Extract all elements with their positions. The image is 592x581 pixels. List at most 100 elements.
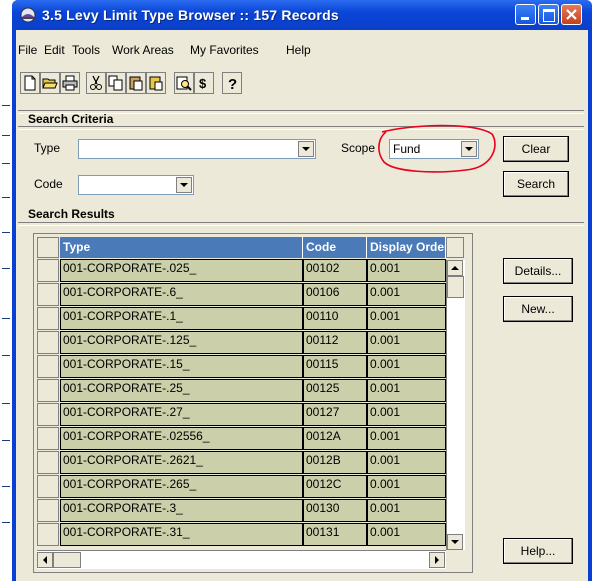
table-cell[interactable]: 0.001 xyxy=(367,379,446,402)
table-cell[interactable]: 001-CORPORATE-.1_ xyxy=(60,307,303,330)
table-cell[interactable]: 001-CORPORATE-.25_ xyxy=(60,379,303,402)
table-cell[interactable]: 0.001 xyxy=(367,403,446,426)
column-header-code[interactable]: Code xyxy=(303,237,367,258)
vertical-scrollbar[interactable] xyxy=(446,260,465,550)
table-cell[interactable]: 0.001 xyxy=(367,355,446,378)
column-header-type[interactable]: Type xyxy=(60,237,303,258)
table-cell[interactable]: 001-CORPORATE-.27_ xyxy=(60,403,303,426)
search-criteria-title: Search Criteria xyxy=(28,112,114,126)
menu-help[interactable]: Help xyxy=(286,43,311,57)
cut-icon xyxy=(90,75,102,90)
find-button[interactable] xyxy=(174,72,194,94)
toolbar: $ ? xyxy=(20,70,580,98)
type-combo[interactable] xyxy=(78,139,316,159)
menu-tools[interactable]: Tools xyxy=(72,43,100,57)
cut-button[interactable] xyxy=(86,72,106,94)
table-cell[interactable]: 0012C xyxy=(303,475,367,498)
table-cell[interactable]: 00110 xyxy=(303,307,367,330)
table-cell[interactable]: 001-CORPORATE-.125_ xyxy=(60,331,303,354)
minimize-button[interactable] xyxy=(515,4,536,25)
table-cell[interactable]: 0.001 xyxy=(367,451,446,474)
help-toolbar-button[interactable]: ? xyxy=(222,72,242,94)
scroll-right-button[interactable] xyxy=(429,552,445,568)
chevron-down-icon[interactable] xyxy=(298,141,314,157)
table-cell[interactable]: 0.001 xyxy=(367,283,446,306)
row-selector[interactable] xyxy=(37,331,59,354)
maximize-button[interactable] xyxy=(538,4,559,25)
table-cell[interactable]: 00130 xyxy=(303,499,367,522)
table-cell[interactable]: 001-CORPORATE-.02556_ xyxy=(60,427,303,450)
table-cell[interactable]: 0012B xyxy=(303,451,367,474)
table-cell[interactable]: 00125 xyxy=(303,379,367,402)
title-bar[interactable]: 3.5 Levy Limit Type Browser :: 157 Recor… xyxy=(12,0,592,30)
scroll-left-button[interactable] xyxy=(37,552,53,568)
search-button[interactable]: Search xyxy=(503,171,569,197)
row-selector[interactable] xyxy=(37,379,59,402)
menu-file[interactable]: File xyxy=(18,43,37,57)
table-cell[interactable]: 001-CORPORATE-.15_ xyxy=(60,355,303,378)
table-cell[interactable]: 001-CORPORATE-.31_ xyxy=(60,523,303,546)
new-button[interactable] xyxy=(20,72,40,94)
row-selector[interactable] xyxy=(37,427,59,450)
currency-button[interactable]: $ xyxy=(194,72,214,94)
close-button[interactable] xyxy=(561,4,582,25)
header-corner xyxy=(37,237,59,258)
menu-edit[interactable]: Edit xyxy=(44,43,65,57)
copy-button[interactable] xyxy=(106,72,126,94)
table-cell[interactable]: 00102 xyxy=(303,259,367,282)
table-cell[interactable]: 00127 xyxy=(303,403,367,426)
clear-button[interactable]: Clear xyxy=(503,136,569,162)
menu-my-favorites[interactable]: My Favorites xyxy=(190,43,259,57)
hscroll-thumb[interactable] xyxy=(53,552,81,568)
table-cell[interactable]: 001-CORPORATE-.2621_ xyxy=(60,451,303,474)
code-combo[interactable] xyxy=(78,175,194,195)
open-button[interactable] xyxy=(40,72,60,94)
scroll-thumb[interactable] xyxy=(447,276,464,298)
chevron-down-icon[interactable] xyxy=(176,177,192,193)
table-cell[interactable]: 001-CORPORATE-.6_ xyxy=(60,283,303,306)
row-selector[interactable] xyxy=(37,307,59,330)
table-cell[interactable]: 0012A xyxy=(303,427,367,450)
row-selector[interactable] xyxy=(37,403,59,426)
paste-button[interactable] xyxy=(126,72,146,94)
arrow-right-icon xyxy=(435,556,439,564)
table-cell[interactable]: 00131 xyxy=(303,523,367,546)
paste-special-button[interactable] xyxy=(146,72,166,94)
table-cell[interactable]: 0.001 xyxy=(367,331,446,354)
details-button[interactable]: Details... xyxy=(503,258,573,284)
table-cell[interactable]: 0.001 xyxy=(367,259,446,282)
menu-work-areas[interactable]: Work Areas xyxy=(112,43,174,57)
type-label: Type xyxy=(34,141,61,155)
scroll-up-button[interactable] xyxy=(447,260,463,276)
table-cell[interactable]: 0.001 xyxy=(367,523,446,546)
table-cell[interactable]: 001-CORPORATE-.265_ xyxy=(60,475,303,498)
table-cell[interactable]: 00106 xyxy=(303,283,367,306)
table-cell[interactable]: 00112 xyxy=(303,331,367,354)
svg-text:?: ? xyxy=(228,76,237,91)
print-button[interactable] xyxy=(60,72,80,94)
table-cell[interactable]: 0.001 xyxy=(367,475,446,498)
row-selector[interactable] xyxy=(37,475,59,498)
row-selector[interactable] xyxy=(37,523,59,546)
row-selector[interactable] xyxy=(37,451,59,474)
table-cell[interactable]: 0.001 xyxy=(367,307,446,330)
table-cell[interactable]: 001-CORPORATE-.3_ xyxy=(60,499,303,522)
row-selector[interactable] xyxy=(37,499,59,522)
scroll-down-button[interactable] xyxy=(447,534,463,550)
help-button[interactable]: Help... xyxy=(503,538,573,564)
row-selector[interactable] xyxy=(37,259,59,282)
table-cell[interactable]: 001-CORPORATE-.025_ xyxy=(60,259,303,282)
row-selector[interactable] xyxy=(37,355,59,378)
table-cell[interactable]: 0.001 xyxy=(367,427,446,450)
new-icon xyxy=(24,75,36,91)
find-icon xyxy=(176,76,192,91)
row-selector[interactable] xyxy=(37,283,59,306)
horizontal-scrollbar[interactable] xyxy=(37,550,446,569)
new-button-action[interactable]: New... xyxy=(503,296,573,322)
table-cell[interactable]: 0.001 xyxy=(367,499,446,522)
details-button-label: Details... xyxy=(514,264,562,278)
table-cell[interactable]: 00115 xyxy=(303,355,367,378)
column-header-display-order[interactable]: Display Order xyxy=(367,237,446,258)
svg-text:$: $ xyxy=(199,76,207,91)
new-button-label: New... xyxy=(521,302,555,316)
